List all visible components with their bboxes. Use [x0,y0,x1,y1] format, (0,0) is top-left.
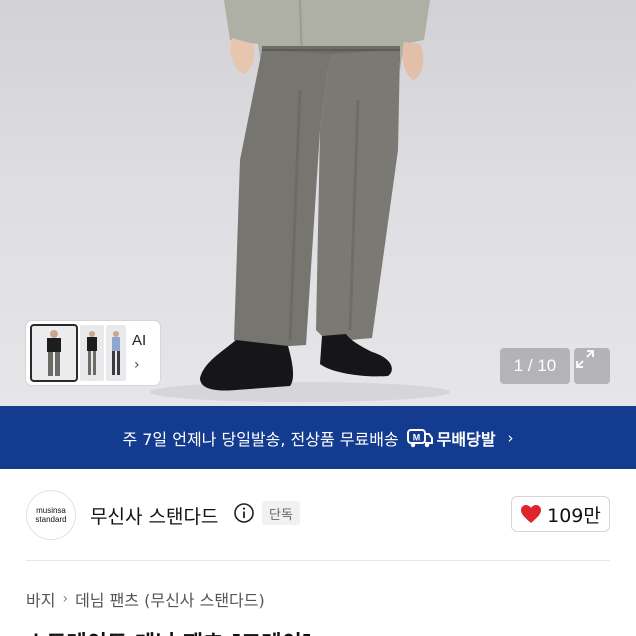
exclusive-badge: 단독 [262,501,300,525]
image-counter: 1 / 10 [500,348,570,384]
ai-label: AI [132,332,147,349]
badge-label: 무배당발 [436,429,496,449]
chevron-right-icon: › [507,428,514,447]
breadcrumb: 바지 › 데님 팬츠 (무신사 스탠다드) [26,587,265,611]
expand-icon [576,350,594,368]
breadcrumb-item-denim[interactable]: 데님 팬츠 (무신사 스탠다드) [75,587,265,611]
product-title: 스트레이트 데님 팬츠 [그레이] [26,626,312,636]
thumbnail-image[interactable] [30,324,78,382]
heart-icon [521,505,542,523]
thumbnail-image[interactable] [106,325,126,381]
chevron-right-icon: › [134,357,140,373]
badge-mark: M [412,432,420,442]
brand-logo[interactable]: musinsa standard [26,490,76,540]
delivery-promo-banner[interactable]: 주 7일 언제나 당일발송, 전상품 무료배송 M 무배당발 › [0,406,636,469]
logo-line2: standard [35,515,67,524]
divider [26,560,610,561]
ai-fitting-thumbnails[interactable]: AI › [26,321,160,385]
delivery-truck-icon: M [406,428,433,447]
product-image[interactable]: AI › 1 / 10 [0,0,636,406]
brand-name[interactable]: 무신사 스탠다드 [90,502,218,529]
free-delivery-badge: M 무배당발 [406,426,496,450]
like-count: 109만 [547,504,601,527]
thumbnail-image[interactable] [80,325,104,381]
expand-button[interactable] [574,348,610,384]
breadcrumb-item-pants[interactable]: 바지 [26,587,55,611]
logo-line1: musinsa [36,506,66,515]
chevron-right-icon: › [62,591,69,607]
like-button[interactable]: 109만 [511,496,610,532]
banner-text: 주 7일 언제나 당일발송, 전상품 무료배송 [122,429,399,449]
info-icon[interactable] [233,502,255,524]
